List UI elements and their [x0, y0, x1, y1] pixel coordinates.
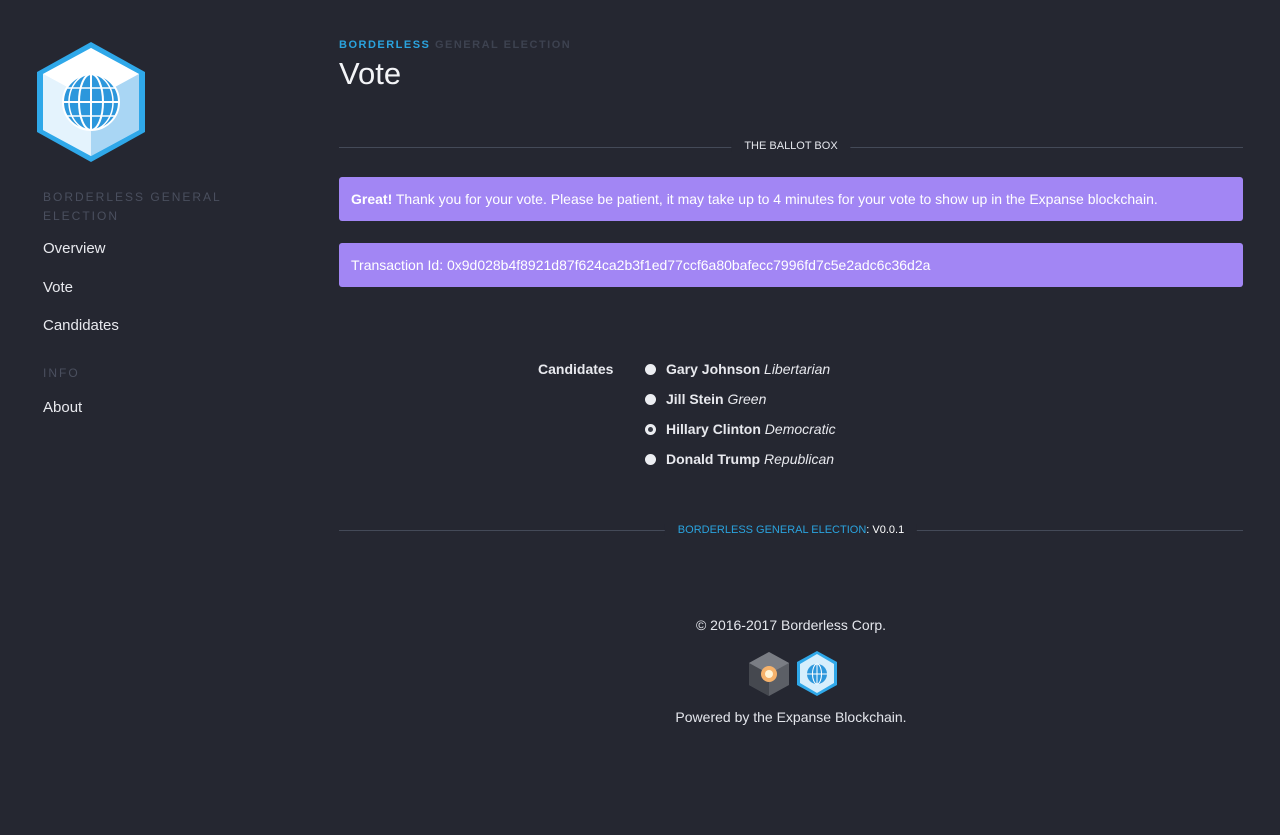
candidate-name: Gary Johnson [666, 361, 761, 377]
transaction-alert: Transaction Id: 0x9d028b4f8921d87f624ca2… [339, 243, 1243, 287]
footer-logos [749, 651, 837, 696]
candidate-name: Donald Trump [666, 451, 761, 467]
sidebar-item-about[interactable]: About [43, 399, 82, 416]
borderless-small-logo-icon[interactable] [797, 651, 837, 696]
page-title: Vote [339, 56, 402, 91]
footer-app-name[interactable]: BORDERLESS GENERAL ELECTION [678, 524, 866, 536]
candidate-option[interactable]: Hillary Clinton Democratic [645, 421, 836, 437]
candidate-party: Green [727, 391, 767, 407]
success-alert: Great! Thank you for your vote. Please b… [339, 177, 1243, 221]
radio-button[interactable] [645, 364, 656, 375]
radio-button-selected[interactable] [645, 424, 656, 435]
sidebar-item-vote[interactable]: Vote [43, 279, 73, 296]
footer-version-number: : V0.0.1 [866, 524, 905, 536]
sidebar-item-candidates[interactable]: Candidates [43, 317, 119, 334]
expanse-logo-icon[interactable] [749, 652, 789, 696]
candidate-party: Republican [764, 451, 835, 467]
ballot-divider-label: THE BALLOT BOX [731, 140, 851, 152]
candidate-option[interactable]: Jill Stein Green [645, 391, 766, 407]
radio-button[interactable] [645, 394, 656, 405]
copyright: © 2016-2017 Borderless Corp. [695, 617, 887, 633]
footer-version: BORDERLESS GENERAL ELECTION: V0.0.1 [664, 524, 918, 536]
candidate-party: Democratic [764, 421, 836, 437]
candidates-label: Candidates [538, 361, 614, 377]
success-alert-strong: Great! [351, 191, 393, 207]
powered-by-text: Powered by the Expanse Blockchain. [675, 709, 907, 725]
sidebar-section-heading-info: INFO [43, 366, 80, 380]
candidate-option[interactable]: Gary Johnson Libertarian [645, 361, 830, 377]
sidebar-section-heading-election: BORDERLESS GENERAL ELECTION [43, 190, 222, 223]
sidebar-item-overview[interactable]: Overview [43, 240, 106, 257]
radio-button[interactable] [645, 454, 656, 465]
candidate-name: Hillary Clinton [666, 421, 761, 437]
eyebrow-brand: BORDERLESS [339, 39, 431, 51]
sidebar: BORDERLESS GENERAL ELECTION Overview Vot… [0, 0, 300, 835]
candidate-name: Jill Stein [666, 391, 724, 407]
candidate-option[interactable]: Donald Trump Republican [645, 451, 834, 467]
eyebrow-rest: GENERAL ELECTION [434, 39, 572, 51]
borderless-logo-icon[interactable] [35, 40, 147, 164]
page-eyebrow: BORDERLESS GENERAL ELECTION [339, 39, 571, 51]
success-alert-text: Thank you for your vote. Please be patie… [392, 191, 1158, 207]
candidate-party: Libertarian [764, 361, 831, 377]
